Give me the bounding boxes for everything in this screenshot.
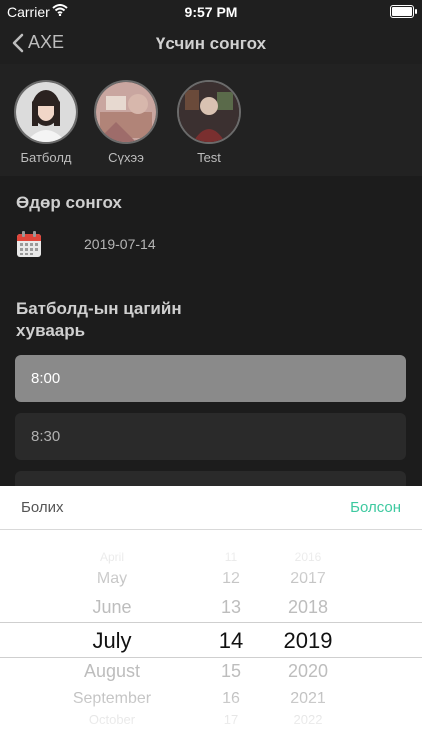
done-button[interactable]: Болсон	[350, 499, 401, 516]
status-bar: Carrier 9:57 PM	[0, 0, 422, 24]
day-option[interactable]: 11	[205, 550, 257, 564]
month-option[interactable]: June	[60, 597, 164, 618]
date-selector[interactable]: 2019-07-14	[16, 230, 156, 258]
day-option[interactable]: 13	[205, 597, 257, 618]
avatar	[14, 80, 78, 144]
day-option-selected[interactable]: 14	[205, 628, 257, 654]
month-option[interactable]: September	[60, 690, 164, 708]
month-option[interactable]: May	[60, 570, 164, 588]
day-option[interactable]: 15	[205, 661, 257, 682]
selected-date: 2019-07-14	[84, 236, 156, 252]
barber-item-test[interactable]: Test	[177, 80, 241, 165]
barber-name: Батболд	[20, 150, 72, 165]
page-title: Үсчин сонгох	[155, 34, 267, 53]
schedule-title-line2: хуваарь	[16, 321, 86, 340]
barber-item-sukhee[interactable]: Сүхээ	[94, 80, 158, 165]
avatar	[94, 80, 158, 144]
booking-content: Өдөр сонгох 2019-07-14 Батболд-ын цагийн…	[0, 176, 422, 518]
day-option[interactable]: 16	[205, 690, 257, 708]
year-option[interactable]: 2017	[266, 570, 350, 588]
month-option[interactable]: October	[60, 712, 164, 727]
month-option-selected[interactable]: July	[60, 628, 164, 654]
day-column[interactable]: 11 12 13 14 15 16 17	[205, 530, 257, 750]
time-slot[interactable]: 8:00	[15, 355, 406, 402]
cancel-button[interactable]: Болих	[21, 499, 64, 516]
barber-item-batbold[interactable]: Батболд	[14, 80, 78, 165]
time-slot-label: 8:00	[31, 370, 61, 387]
barber-list: Батболд Сүхээ Test	[0, 64, 422, 176]
barber-name: Test	[197, 150, 221, 165]
year-column[interactable]: 2016 2017 2018 2019 2020 2021 2022	[266, 530, 350, 750]
month-option[interactable]: April	[60, 550, 164, 564]
avatar	[177, 80, 241, 144]
day-option[interactable]: 12	[205, 570, 257, 588]
time-slot[interactable]: 8:30	[15, 413, 406, 460]
year-option[interactable]: 2016	[266, 550, 350, 564]
schedule-title-line1: Батболд-ын цагийн	[16, 299, 182, 318]
year-option[interactable]: 2022	[266, 712, 350, 727]
calendar-icon	[17, 231, 41, 257]
day-option[interactable]: 17	[205, 712, 257, 727]
year-option-selected[interactable]: 2019	[266, 628, 350, 654]
time-slot-label: 8:30	[31, 428, 61, 445]
barber-name: Сүхээ	[108, 150, 144, 165]
year-option[interactable]: 2021	[266, 690, 350, 708]
status-time: 9:57 PM	[184, 4, 238, 20]
month-option[interactable]: August	[60, 661, 164, 682]
date-picker[interactable]: April May June July August September Oct…	[0, 530, 422, 750]
day-section-title: Өдөр сонгох	[16, 193, 122, 212]
date-picker-sheet: Болих Болсон April May June July August …	[0, 486, 422, 750]
battery-icon	[390, 5, 417, 18]
navigation-bar: AXE Үсчин сонгох	[0, 24, 422, 64]
month-column[interactable]: April May June July August September Oct…	[60, 530, 164, 750]
schedule-title: Батболд-ын цагийн хуваарь	[16, 298, 182, 342]
year-option[interactable]: 2020	[266, 661, 350, 682]
year-option[interactable]: 2018	[266, 597, 350, 618]
picker-toolbar: Болих Болсон	[0, 486, 422, 530]
